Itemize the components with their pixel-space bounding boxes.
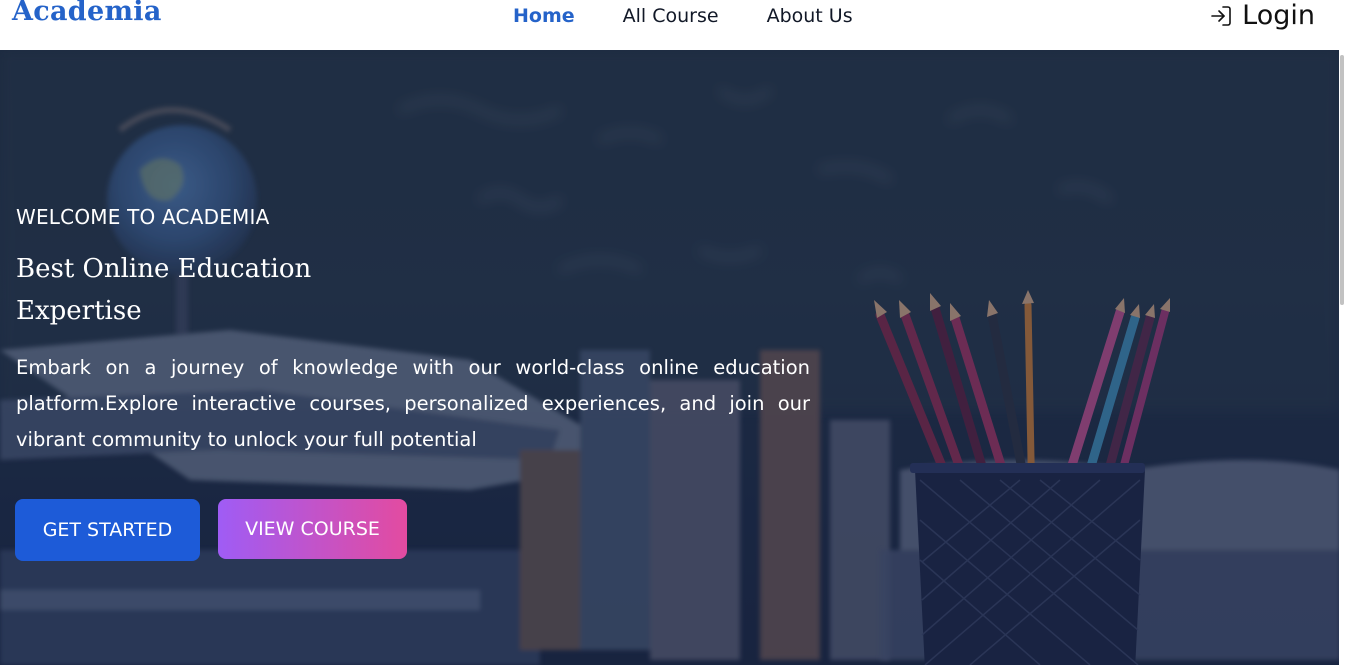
hero-description: Embark on a journey of knowledge with ou… <box>16 356 810 451</box>
hero-content: WELCOME TO ACADEMIA Best Online Educatio… <box>16 202 810 458</box>
page-scrollbar[interactable] <box>1339 0 1346 665</box>
login-arrow-icon <box>1209 4 1233 28</box>
login-label: Login <box>1242 0 1315 31</box>
brand-logo[interactable]: Academia <box>12 0 162 27</box>
page: Academia Home All Course About Us Login <box>0 0 1346 665</box>
hero-section: WELCOME TO ACADEMIA Best Online Educatio… <box>0 50 1339 665</box>
nav-link-all-course[interactable]: All Course <box>623 4 719 28</box>
main-nav: Home All Course About Us <box>513 4 901 28</box>
login-button[interactable]: Login <box>1209 0 1315 31</box>
scrollbar-thumb[interactable] <box>1340 55 1344 305</box>
hero-cta-row: GET STARTED VIEW COURSE <box>15 499 407 561</box>
hero-eyebrow: WELCOME TO ACADEMIA <box>16 205 270 229</box>
top-navbar: Academia Home All Course About Us Login <box>0 0 1339 50</box>
get-started-button[interactable]: GET STARTED <box>15 499 200 561</box>
nav-link-home[interactable]: Home <box>513 4 575 28</box>
view-course-button[interactable]: VIEW COURSE <box>218 499 407 559</box>
hero-headline: Best Online Education Expertise <box>16 254 312 326</box>
nav-link-about-us[interactable]: About Us <box>767 4 853 28</box>
